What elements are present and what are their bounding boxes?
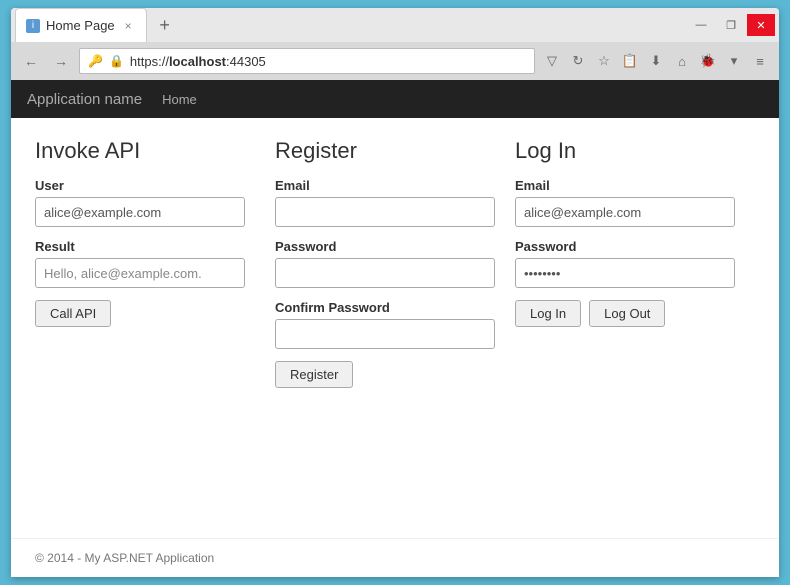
register-title: Register bbox=[275, 138, 495, 164]
address-field[interactable]: 🔑 🔒 https://localhost:44305 bbox=[79, 48, 535, 74]
footer-text: © 2014 - My ASP.NET Application bbox=[35, 551, 214, 565]
address-port: :44305 bbox=[226, 54, 266, 69]
logout-button[interactable]: Log Out bbox=[589, 300, 665, 327]
address-prefix: https:// bbox=[130, 54, 169, 69]
more-icon[interactable]: ▾ bbox=[723, 50, 745, 72]
tab-strip: i Home Page × + bbox=[11, 8, 687, 42]
user-input[interactable] bbox=[35, 197, 245, 227]
register-confirm-input[interactable] bbox=[275, 319, 495, 349]
restore-button[interactable]: ❐ bbox=[717, 14, 745, 36]
tab-icon: i bbox=[26, 19, 40, 33]
register-email-label: Email bbox=[275, 178, 495, 193]
login-section: Log In Email Password Log In Log Out bbox=[515, 138, 755, 388]
page-content: Invoke API User Result Call API Register… bbox=[11, 118, 779, 538]
register-password-input[interactable] bbox=[275, 258, 495, 288]
minimize-button[interactable]: — bbox=[687, 14, 715, 36]
login-email-input[interactable] bbox=[515, 197, 735, 227]
result-label: Result bbox=[35, 239, 255, 254]
clipboard-icon[interactable]: 📋 bbox=[619, 50, 641, 72]
result-input[interactable] bbox=[35, 258, 245, 288]
title-bar: i Home Page × + — ❐ ✕ bbox=[11, 8, 779, 42]
invoke-api-title: Invoke API bbox=[35, 138, 255, 164]
new-tab-button[interactable]: + bbox=[151, 11, 179, 39]
sections: Invoke API User Result Call API Register… bbox=[35, 138, 755, 388]
window-controls: — ❐ ✕ bbox=[687, 14, 779, 36]
user-field-group: User bbox=[35, 178, 255, 227]
close-button[interactable]: ✕ bbox=[747, 14, 775, 36]
login-buttons: Log In Log Out bbox=[515, 300, 735, 327]
app-name: Application name bbox=[27, 91, 142, 108]
address-host: localhost bbox=[169, 54, 226, 69]
login-password-group: Password bbox=[515, 239, 735, 288]
bug-icon[interactable]: 🐞 bbox=[697, 50, 719, 72]
home-icon[interactable]: ⌂ bbox=[671, 50, 693, 72]
menu-icon[interactable]: ≡ bbox=[749, 50, 771, 72]
call-api-button[interactable]: Call API bbox=[35, 300, 111, 327]
footer: © 2014 - My ASP.NET Application bbox=[11, 538, 779, 577]
login-button[interactable]: Log In bbox=[515, 300, 581, 327]
tab-title: Home Page bbox=[46, 18, 115, 33]
register-confirm-label: Confirm Password bbox=[275, 300, 495, 315]
tab-close-button[interactable]: × bbox=[121, 17, 136, 35]
user-label: User bbox=[35, 178, 255, 193]
dropdown-icon[interactable]: ▽ bbox=[541, 50, 563, 72]
register-confirm-group: Confirm Password bbox=[275, 300, 495, 349]
register-password-label: Password bbox=[275, 239, 495, 254]
register-password-group: Password bbox=[275, 239, 495, 288]
login-email-label: Email bbox=[515, 178, 735, 193]
invoke-api-section: Invoke API User Result Call API bbox=[35, 138, 275, 388]
register-email-group: Email bbox=[275, 178, 495, 227]
login-email-group: Email bbox=[515, 178, 735, 227]
address-text: https://localhost:44305 bbox=[130, 54, 526, 69]
app-navbar: Application name Home bbox=[11, 80, 779, 118]
download-icon[interactable]: ⬇ bbox=[645, 50, 667, 72]
address-bar: ← → 🔑 🔒 https://localhost:44305 ▽ ↻ ☆ 📋 … bbox=[11, 42, 779, 80]
ssl-icon: 🔒 bbox=[109, 54, 124, 68]
lock-icon: 🔑 bbox=[88, 54, 103, 68]
register-section: Register Email Password Confirm Password… bbox=[275, 138, 515, 388]
result-field-group: Result bbox=[35, 239, 255, 288]
nav-home-link[interactable]: Home bbox=[162, 92, 197, 107]
register-button[interactable]: Register bbox=[275, 361, 353, 388]
refresh-button[interactable]: ↻ bbox=[567, 50, 589, 72]
register-email-input[interactable] bbox=[275, 197, 495, 227]
forward-button[interactable]: → bbox=[49, 49, 73, 73]
star-icon[interactable]: ☆ bbox=[593, 50, 615, 72]
login-password-label: Password bbox=[515, 239, 735, 254]
login-title: Log In bbox=[515, 138, 735, 164]
address-buttons: ▽ ↻ ☆ 📋 ⬇ ⌂ 🐞 ▾ ≡ bbox=[541, 50, 771, 72]
back-button[interactable]: ← bbox=[19, 49, 43, 73]
login-password-input[interactable] bbox=[515, 258, 735, 288]
browser-tab[interactable]: i Home Page × bbox=[15, 8, 147, 42]
